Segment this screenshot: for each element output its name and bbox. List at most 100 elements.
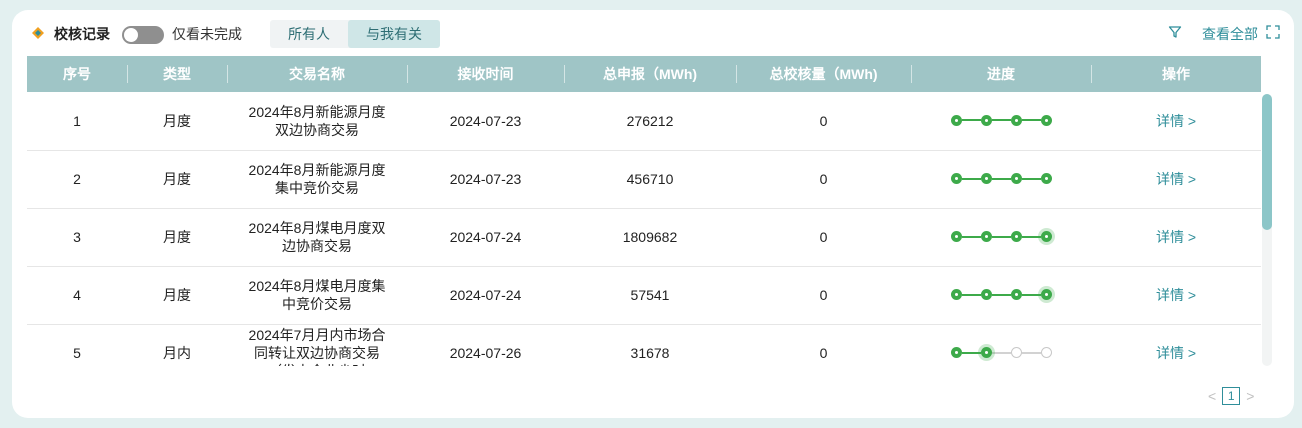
cell-progress [911,208,1091,267]
records-table: 序号 类型 交易名称 接收时间 总申报（MWh) 总校核量（MWh) 进度 操作… [27,56,1261,366]
progress-connector [1021,351,1041,354]
scrollbar-thumb[interactable] [1262,94,1272,230]
progress-step-dot [1010,173,1022,184]
cell-checked: 0 [736,266,911,325]
cell-type: 月度 [127,266,227,325]
cell-index: 1 [27,92,127,151]
cell-name: 2024年8月煤电月度双边协商交易 [227,208,407,267]
cell-checked: 0 [736,150,911,209]
progress-connector [1021,293,1041,296]
column-header-declared: 总申报（MWh) [564,56,736,92]
cell-name: 2024年8月煤电月度集中竞价交易 [227,266,407,325]
table-scrollbar[interactable] [1262,94,1272,366]
prev-page-button[interactable]: < [1208,388,1216,404]
progress-steps [950,347,1052,358]
next-page-button[interactable]: > [1246,388,1254,404]
progress-steps [950,173,1052,184]
tab-related-to-me[interactable]: 与我有关 [348,20,440,48]
cell-type: 月度 [127,208,227,267]
detail-link[interactable]: 详情 > [1156,171,1196,187]
cell-type: 月度 [127,92,227,151]
progress-step-dot [950,347,962,358]
progress-step-dot [980,231,992,242]
progress-step-dot [1010,114,1022,126]
progress-connector [991,177,1011,180]
filter-icon[interactable] [1168,25,1182,39]
cell-time: 2024-07-23 [407,150,564,209]
cell-checked: 0 [736,92,911,151]
column-header-checked: 总校核量（MWh) [736,56,911,92]
cell-index: 3 [27,208,127,267]
cell-time: 2024-07-24 [407,266,564,325]
records-table-wrap: 序号 类型 交易名称 接收时间 总申报（MWh) 总校核量（MWh) 进度 操作… [27,56,1261,366]
cell-index: 2 [27,150,127,209]
progress-step-dot [1040,114,1052,126]
table-row: 4 月度 2024年8月煤电月度集中竞价交易 2024-07-24 57541 0 详情 > [27,266,1261,325]
progress-connector [1021,177,1041,180]
column-header-index: 序号 [27,56,127,92]
column-header-time: 接收时间 [407,56,564,92]
cell-checked: 0 [736,324,911,366]
table-row: 1 月度 2024年8月新能源月度双边协商交易 2024-07-23 276212 0 详情… [27,92,1261,151]
page-number-current[interactable]: 1 [1222,387,1241,405]
column-header-action: 操作 [1091,56,1261,92]
progress-connector [961,235,981,238]
progress-step-dot [950,289,962,300]
cell-progress [911,266,1091,325]
progress-connector [991,119,1011,122]
scope-tabs: 所有人 与我有关 [270,20,440,48]
progress-step-dot [950,231,962,242]
card-title: 校核记录 [54,26,110,42]
cell-index: 4 [27,266,127,325]
progress-connector [991,351,1011,354]
detail-link[interactable]: 详情 > [1156,287,1196,303]
cell-type: 月度 [127,150,227,209]
cell-name: 2024年7月月内市场合同转让双边协商交易（发电企业尖时 [227,324,407,366]
view-all-link[interactable]: 查看全部 [1202,24,1258,44]
progress-connector [991,293,1011,296]
table-row: 3 月度 2024年8月煤电月度双边协商交易 2024-07-24 1809682 0 详情… [27,208,1261,267]
cell-progress [911,92,1091,151]
incomplete-only-label: 仅看未完成 [172,26,242,42]
column-header-name: 交易名称 [227,56,407,92]
progress-steps [950,289,1052,300]
detail-link[interactable]: 详情 > [1156,113,1196,129]
progress-step-dot [950,114,962,126]
cell-declared: 456710 [564,150,736,209]
progress-step-dot [1010,231,1022,242]
card-header: 校核记录 仅看未完成 所有人 与我有关 查看全部 [12,10,1294,56]
progress-step-dot [1040,173,1052,184]
progress-step-dot [1040,289,1052,300]
cell-action: 详情 > [1091,324,1261,366]
progress-connector [991,235,1011,238]
cell-name: 2024年8月新能源月度双边协商交易 [227,92,407,151]
progress-step-dot [1010,347,1022,358]
cell-type: 月内 [127,324,227,366]
progress-step-dot [980,347,992,358]
cell-declared: 31678 [564,324,736,366]
fullscreen-icon[interactable] [1266,25,1280,39]
cell-time: 2024-07-23 [407,92,564,151]
cell-name: 2024年8月新能源月度集中竞价交易 [227,150,407,209]
cell-declared: 276212 [564,92,736,151]
detail-link[interactable]: 详情 > [1156,345,1196,361]
progress-step-dot [950,173,962,184]
column-header-progress: 进度 [911,56,1091,92]
cell-declared: 57541 [564,266,736,325]
cell-action: 详情 > [1091,150,1261,209]
cell-action: 详情 > [1091,92,1261,151]
cell-declared: 1809682 [564,208,736,267]
table-row: 2 月度 2024年8月新能源月度集中竞价交易 2024-07-23 456710 0 详情… [27,150,1261,209]
progress-connector [961,177,981,180]
table-header-row: 序号 类型 交易名称 接收时间 总申报（MWh) 总校核量（MWh) 进度 操作 [27,56,1261,92]
table-row: 5月内2024年7月月内市场合同转让双边协商交易（发电企业尖时2024-07-2… [27,324,1261,366]
tab-everyone[interactable]: 所有人 [270,20,348,48]
cell-progress [911,324,1091,366]
diamond-icon [32,27,44,39]
progress-connector [1021,119,1041,122]
incomplete-only-toggle[interactable] [122,26,164,44]
progress-step-dot [980,289,992,300]
detail-link[interactable]: 详情 > [1156,229,1196,245]
column-header-type: 类型 [127,56,227,92]
progress-step-dot [980,114,992,126]
